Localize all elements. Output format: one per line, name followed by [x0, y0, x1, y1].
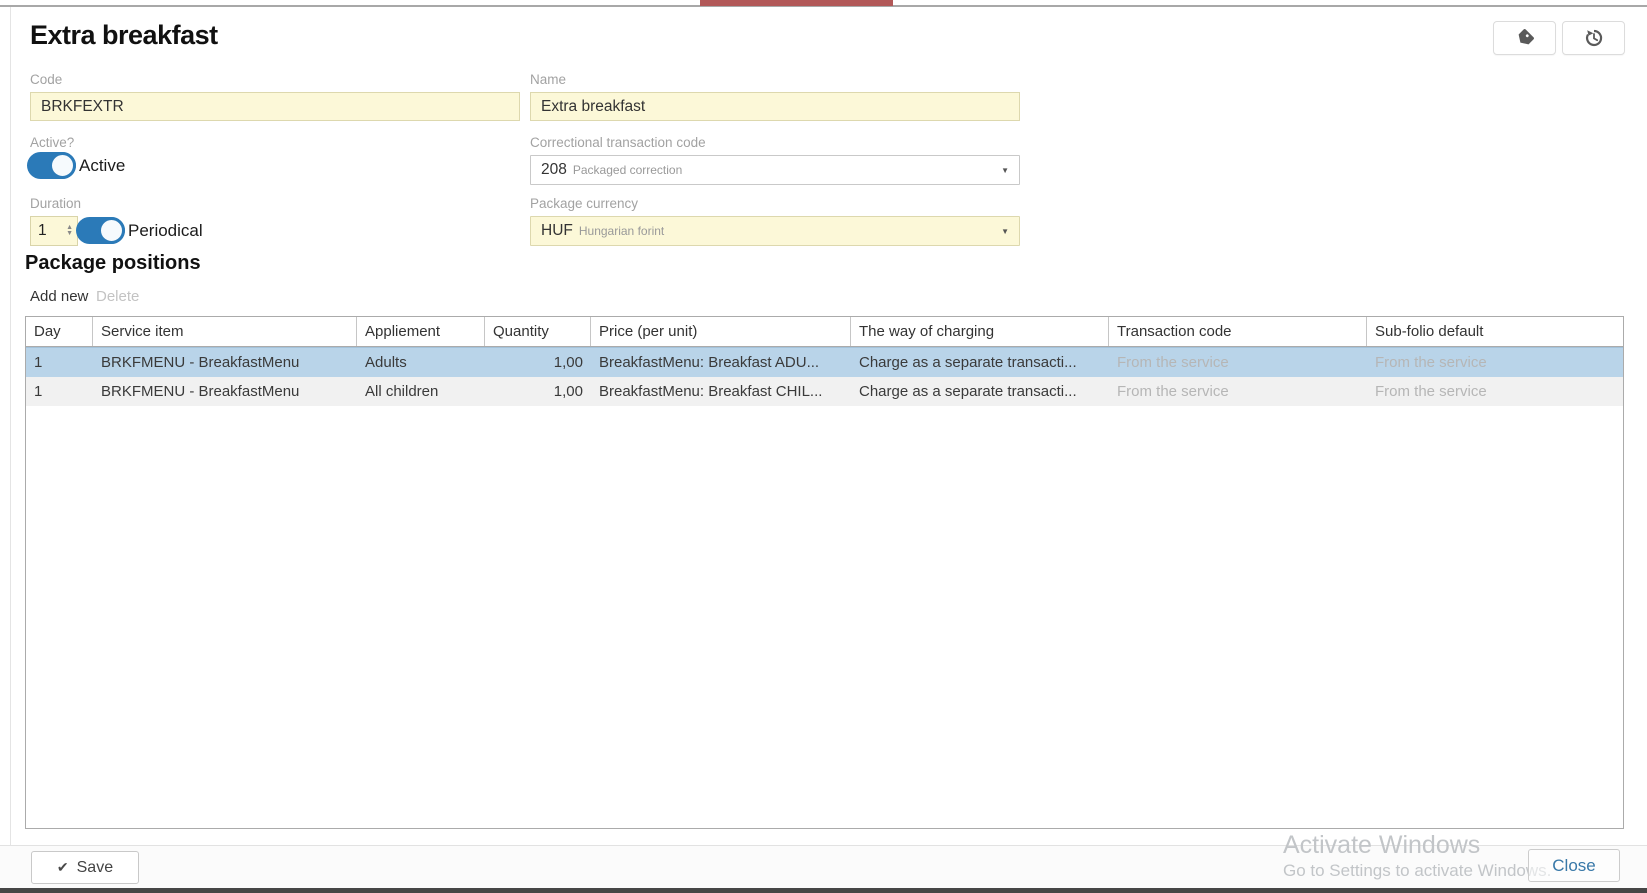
- duration-value: 1: [31, 222, 66, 240]
- active-toggle[interactable]: [27, 152, 76, 179]
- table-header-row: Day Service item Appliement Quantity Pri…: [26, 317, 1623, 347]
- cell-transaction-code: From the service: [1109, 377, 1367, 406]
- periodical-toggle[interactable]: [76, 217, 125, 244]
- cell-price: BreakfastMenu: Breakfast ADU...: [591, 348, 851, 377]
- cell-service-item: BRKFMENU - BreakfastMenu: [93, 348, 357, 377]
- check-icon: ✔: [57, 859, 69, 876]
- panel-left-edge: [10, 7, 11, 845]
- save-button-label: Save: [77, 859, 113, 877]
- table-row[interactable]: 1 BRKFMENU - BreakfastMenu All children …: [26, 377, 1623, 406]
- stepper-down-icon[interactable]: ▼: [66, 231, 73, 237]
- bottom-edge-bar: [0, 888, 1647, 893]
- name-input[interactable]: [530, 92, 1020, 121]
- cell-charging: Charge as a separate transacti...: [851, 348, 1109, 377]
- correctional-value: 208: [541, 161, 567, 179]
- active-toggle-knob: [49, 152, 76, 179]
- col-header-subfolio-default[interactable]: Sub-folio default: [1367, 317, 1623, 346]
- cell-appliement: Adults: [357, 348, 485, 377]
- duration-label: Duration: [30, 196, 81, 211]
- currency-value-desc: Hungarian forint: [579, 224, 664, 238]
- cell-day: 1: [26, 377, 93, 406]
- positions-table: Day Service item Appliement Quantity Pri…: [25, 316, 1624, 829]
- active-label: Active?: [30, 135, 74, 150]
- correctional-label: Correctional transaction code: [530, 135, 706, 150]
- cell-price: BreakfastMenu: Breakfast CHIL...: [591, 377, 851, 406]
- page-title: Extra breakfast: [30, 20, 218, 51]
- cell-quantity: 1,00: [485, 348, 591, 377]
- save-button[interactable]: ✔ Save: [31, 851, 139, 884]
- code-label: Code: [30, 72, 62, 87]
- close-button-label: Close: [1552, 856, 1595, 876]
- correctional-select[interactable]: 208 Packaged correction ▼: [530, 155, 1020, 185]
- cell-transaction-code: From the service: [1109, 348, 1367, 377]
- activate-windows-watermark-sub: Go to Settings to activate Windows.: [1283, 861, 1551, 881]
- history-button[interactable]: [1562, 21, 1625, 55]
- currency-label: Package currency: [530, 196, 638, 211]
- close-button[interactable]: Close: [1528, 849, 1620, 882]
- table-row[interactable]: 1 BRKFMENU - BreakfastMenu Adults 1,00 B…: [26, 347, 1623, 377]
- col-header-transaction-code[interactable]: Transaction code: [1109, 317, 1367, 346]
- active-toggle-label: Active: [79, 156, 125, 176]
- duration-stepper[interactable]: 1 ▲ ▼: [30, 216, 78, 246]
- col-header-way-of-charging[interactable]: The way of charging: [851, 317, 1109, 346]
- progress-bar: [700, 0, 893, 6]
- package-positions-title: Package positions: [25, 252, 201, 275]
- cell-appliement: All children: [357, 377, 485, 406]
- col-header-price[interactable]: Price (per unit): [591, 317, 851, 346]
- activate-windows-watermark: Activate Windows: [1283, 831, 1480, 860]
- cell-charging: Charge as a separate transacti...: [851, 377, 1109, 406]
- currency-value: HUF: [541, 222, 573, 240]
- col-header-service-item[interactable]: Service item: [93, 317, 357, 346]
- currency-select[interactable]: HUF Hungarian forint ▼: [530, 216, 1020, 246]
- chevron-down-icon: ▼: [1001, 166, 1009, 175]
- add-new-link[interactable]: Add new: [30, 288, 88, 305]
- col-header-quantity[interactable]: Quantity: [485, 317, 591, 346]
- code-input[interactable]: [30, 92, 520, 121]
- cell-service-item: BRKFMENU - BreakfastMenu: [93, 377, 357, 406]
- tags-button[interactable]: [1493, 21, 1556, 55]
- cell-day: 1: [26, 348, 93, 377]
- col-header-day[interactable]: Day: [26, 317, 93, 346]
- correctional-value-desc: Packaged correction: [573, 163, 682, 177]
- history-icon: [1584, 28, 1604, 48]
- periodical-toggle-label: Periodical: [128, 221, 203, 241]
- package-editor-page: Extra breakfast Code Name Active? Acti: [0, 0, 1647, 893]
- delete-link[interactable]: Delete: [96, 288, 139, 305]
- periodical-toggle-knob: [98, 217, 125, 244]
- tag-icon: [1515, 28, 1535, 48]
- cell-subfolio: From the service: [1367, 348, 1623, 377]
- chevron-down-icon: ▼: [1001, 227, 1009, 236]
- name-label: Name: [530, 72, 566, 87]
- col-header-appliement[interactable]: Appliement: [357, 317, 485, 346]
- cell-quantity: 1,00: [485, 377, 591, 406]
- cell-subfolio: From the service: [1367, 377, 1623, 406]
